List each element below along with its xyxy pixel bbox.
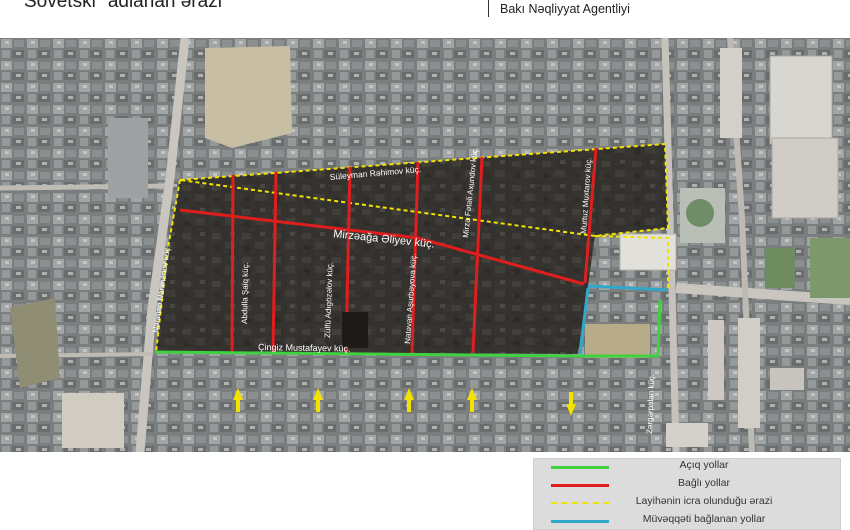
map-building [738, 318, 760, 428]
legend-label: Bağlı yollar [678, 477, 730, 489]
satellite-map[interactable]: Süleyman Rəhimov küç. Mirzəağa Əliyev kü… [0, 38, 850, 452]
page-title: Sovetski" adlanan ərazi [24, 0, 222, 12]
street-label-cingiz-mustafayev: Çingiz Mustafayev küç. [258, 342, 351, 354]
legend-label: Layihənin icra olunduğu ərazi [635, 495, 773, 507]
header-divider [488, 0, 489, 17]
map-legend: Açıq yollar Bağlı yollar Layihənin icra … [533, 458, 841, 530]
map-park [810, 238, 850, 298]
closed-road [230, 174, 235, 354]
legend-swatch [551, 484, 609, 487]
legend-label: Müvəqqəti bağlanan yollar [642, 513, 766, 525]
legend-item-open-roads: Açıq yollar [533, 458, 841, 476]
map-open-ground [205, 46, 292, 148]
map-building [708, 320, 724, 400]
legend-swatch [551, 502, 609, 504]
agency-name: Bakı Nəqliyyat Agentliyi [500, 2, 630, 16]
legend-label: Açıq yollar [679, 459, 729, 471]
street-label-abdulla-safiq: Abdulla Şaiq küç. [240, 262, 250, 324]
map-open-ground [585, 324, 650, 358]
map-park [686, 199, 714, 227]
legend-item-project-area: Layihənin icra olunduğu ərazi [533, 494, 841, 512]
map-building [108, 118, 148, 198]
legend-item-closed-roads: Bağlı yollar [533, 476, 841, 494]
legend-swatch [551, 520, 609, 523]
map-building [62, 393, 124, 448]
map-park [765, 248, 795, 288]
map-building [769, 55, 833, 145]
map-building [720, 48, 742, 138]
header: Sovetski" adlanan ərazi Bakı Nəqliyyat A… [0, 0, 850, 38]
map-building [666, 423, 708, 447]
legend-swatch [551, 466, 609, 469]
legend-item-temporarily-closed: Müvəqqəti bağlanan yollar [533, 512, 841, 530]
map-building [771, 137, 839, 219]
map-building [770, 368, 804, 390]
